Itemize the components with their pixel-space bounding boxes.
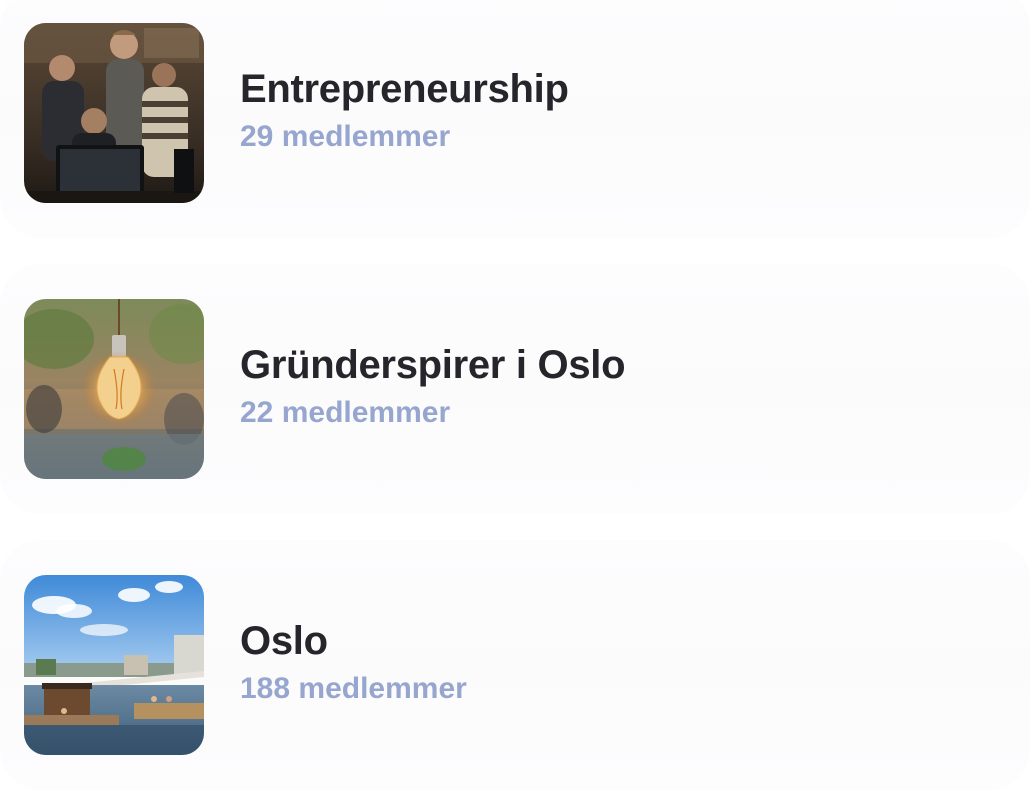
group-item-oslo[interactable]: Oslo 188 medlemmer xyxy=(0,540,1030,790)
group-list: Entrepreneurship 29 medlemmer Gründerspi… xyxy=(0,0,1030,790)
group-name: Gründerspirer i Oslo xyxy=(240,343,626,387)
group-name: Oslo xyxy=(240,619,328,663)
group-thumbnail-lightbulb-photo xyxy=(24,299,204,479)
group-member-count: 188 medlemmer xyxy=(240,672,467,705)
group-member-count: 29 medlemmer xyxy=(240,120,451,153)
group-thumbnail-people-photo xyxy=(24,23,204,203)
group-thumbnail-harbor-photo xyxy=(24,575,204,755)
group-member-count: 22 medlemmer xyxy=(240,396,451,429)
group-item-entrepreneurship[interactable]: Entrepreneurship 29 medlemmer xyxy=(0,0,1030,238)
group-name: Entrepreneurship xyxy=(240,67,569,111)
group-item-grunderspirer-i-oslo[interactable]: Gründerspirer i Oslo 22 medlemmer xyxy=(0,264,1030,514)
